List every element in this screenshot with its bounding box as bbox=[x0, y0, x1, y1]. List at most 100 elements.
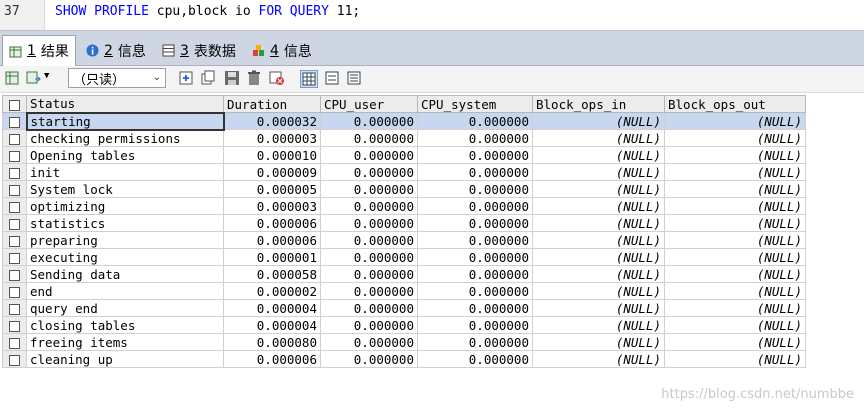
cell-block-ops-in[interactable]: (NULL) bbox=[532, 129, 665, 147]
row-checkbox[interactable] bbox=[2, 163, 27, 181]
cell-cpu-system[interactable]: 0.000000 bbox=[417, 180, 533, 198]
cell-status[interactable]: executing bbox=[26, 248, 224, 266]
cell-status[interactable]: closing tables bbox=[26, 316, 224, 334]
table-row[interactable]: optimizing 0.000003 0.000000 0.000000 (NULL)… bbox=[2, 197, 806, 215]
cell-block-ops-out[interactable]: (NULL) bbox=[664, 146, 806, 164]
cancel-changes-icon[interactable] bbox=[269, 70, 285, 86]
cell-cpu-system[interactable]: 0.000000 bbox=[417, 146, 533, 164]
cell-block-ops-out[interactable]: (NULL) bbox=[664, 248, 806, 266]
row-checkbox[interactable] bbox=[2, 299, 27, 317]
cell-cpu-user[interactable]: 0.000000 bbox=[320, 265, 418, 283]
cell-cpu-user[interactable]: 0.000000 bbox=[320, 214, 418, 232]
sql-code-line[interactable]: SHOW PROFILE cpu,block io FOR QUERY 11; bbox=[55, 4, 360, 19]
readonly-mode-select[interactable]: （只读） ⌄ bbox=[68, 68, 166, 88]
cell-block-ops-out[interactable]: (NULL) bbox=[664, 163, 806, 181]
cell-block-ops-in[interactable]: (NULL) bbox=[532, 282, 665, 300]
cell-cpu-system[interactable]: 0.000000 bbox=[417, 248, 533, 266]
grid-view-icon[interactable] bbox=[300, 70, 318, 88]
cell-duration[interactable]: 0.000006 bbox=[223, 214, 321, 232]
tab-table-data[interactable]: 3 表数据 bbox=[156, 37, 242, 64]
form-view-icon[interactable] bbox=[324, 70, 340, 86]
cell-status[interactable]: statistics bbox=[26, 214, 224, 232]
cell-duration[interactable]: 0.000032 bbox=[223, 112, 321, 130]
column-header-block-ops-out[interactable]: Block_ops_out bbox=[664, 95, 806, 113]
cell-cpu-user[interactable]: 0.000000 bbox=[320, 231, 418, 249]
cell-block-ops-in[interactable]: (NULL) bbox=[532, 248, 665, 266]
cell-duration[interactable]: 0.000005 bbox=[223, 180, 321, 198]
row-checkbox[interactable] bbox=[2, 129, 27, 147]
table-row[interactable]: freeing items 0.000080 0.000000 0.000000 (NU… bbox=[2, 333, 806, 351]
table-row[interactable]: query end 0.000004 0.000000 0.000000 (NULL)(… bbox=[2, 299, 806, 317]
table-row[interactable]: end 0.000002 0.000000 0.000000 (NULL) (NULL) bbox=[2, 282, 806, 300]
row-checkbox[interactable] bbox=[2, 350, 27, 368]
cell-status[interactable]: init bbox=[26, 163, 224, 181]
table-row[interactable]: cleaning up 0.000006 0.000000 0.000000 (NULL… bbox=[2, 350, 806, 368]
cell-duration[interactable]: 0.000001 bbox=[223, 248, 321, 266]
table-row[interactable]: closing tables 0.000004 0.000000 0.000000 (N… bbox=[2, 316, 806, 334]
cell-status[interactable]: Opening tables bbox=[26, 146, 224, 164]
cell-block-ops-out[interactable]: (NULL) bbox=[664, 350, 806, 368]
table-row[interactable]: init 0.000009 0.000000 0.000000 (NULL) (NULL) bbox=[2, 163, 806, 181]
cell-cpu-user[interactable]: 0.000000 bbox=[320, 129, 418, 147]
cell-cpu-system[interactable]: 0.000000 bbox=[417, 265, 533, 283]
cell-cpu-user[interactable]: 0.000000 bbox=[320, 350, 418, 368]
table-row[interactable]: executing 0.000001 0.000000 0.000000 (NULL)(… bbox=[2, 248, 806, 266]
row-checkbox[interactable] bbox=[2, 316, 27, 334]
row-checkbox[interactable] bbox=[2, 197, 27, 215]
cell-duration[interactable]: 0.000004 bbox=[223, 299, 321, 317]
cell-block-ops-in[interactable]: (NULL) bbox=[532, 299, 665, 317]
cell-block-ops-out[interactable]: (NULL) bbox=[664, 180, 806, 198]
column-header-cpu-user[interactable]: CPU_user bbox=[320, 95, 418, 113]
row-checkbox[interactable] bbox=[2, 180, 27, 198]
cell-block-ops-out[interactable]: (NULL) bbox=[664, 231, 806, 249]
table-row[interactable]: checking permissions 0.000003 0.000000 0.00… bbox=[2, 129, 806, 147]
cell-block-ops-out[interactable]: (NULL) bbox=[664, 282, 806, 300]
cell-status[interactable]: System lock bbox=[26, 180, 224, 198]
cell-block-ops-out[interactable]: (NULL) bbox=[664, 214, 806, 232]
cell-block-ops-in[interactable]: (NULL) bbox=[532, 333, 665, 351]
cell-block-ops-in[interactable]: (NULL) bbox=[532, 180, 665, 198]
export-dropdown-icon[interactable] bbox=[26, 70, 42, 86]
cell-cpu-user[interactable]: 0.000000 bbox=[320, 180, 418, 198]
column-header-block-ops-in[interactable]: Block_ops_in bbox=[532, 95, 665, 113]
cell-cpu-user[interactable]: 0.000000 bbox=[320, 163, 418, 181]
cell-cpu-user[interactable]: 0.000000 bbox=[320, 146, 418, 164]
tab-info-4[interactable]: 4 信息 bbox=[246, 37, 318, 64]
cell-cpu-system[interactable]: 0.000000 bbox=[417, 129, 533, 147]
cell-cpu-system[interactable]: 0.000000 bbox=[417, 214, 533, 232]
row-checkbox[interactable] bbox=[2, 146, 27, 164]
cell-cpu-system[interactable]: 0.000000 bbox=[417, 316, 533, 334]
cell-block-ops-out[interactable]: (NULL) bbox=[664, 112, 806, 130]
column-header-cpu-system[interactable]: CPU_system bbox=[417, 95, 533, 113]
cell-block-ops-in[interactable]: (NULL) bbox=[532, 350, 665, 368]
cell-cpu-user[interactable]: 0.000000 bbox=[320, 333, 418, 351]
table-row[interactable]: Opening tables 0.000010 0.000000 0.000000 (N… bbox=[2, 146, 806, 164]
column-header-status[interactable]: Status bbox=[26, 95, 224, 113]
cell-block-ops-out[interactable]: (NULL) bbox=[664, 129, 806, 147]
row-checkbox[interactable] bbox=[2, 231, 27, 249]
tab-info[interactable]: 2 信息 bbox=[80, 37, 152, 64]
cell-block-ops-in[interactable]: (NULL) bbox=[532, 197, 665, 215]
export-grid-icon[interactable] bbox=[5, 70, 21, 86]
cell-cpu-system[interactable]: 0.000000 bbox=[417, 163, 533, 181]
cell-duration[interactable]: 0.000003 bbox=[223, 129, 321, 147]
cell-status[interactable]: query end bbox=[26, 299, 224, 317]
cell-cpu-system[interactable]: 0.000000 bbox=[417, 299, 533, 317]
cell-duration[interactable]: 0.000080 bbox=[223, 333, 321, 351]
row-checkbox[interactable] bbox=[2, 112, 27, 130]
cell-cpu-user[interactable]: 0.000000 bbox=[320, 299, 418, 317]
cell-duration[interactable]: 0.000003 bbox=[223, 197, 321, 215]
cell-duration[interactable]: 0.000058 bbox=[223, 265, 321, 283]
cell-status[interactable]: checking permissions bbox=[26, 129, 224, 147]
row-checkbox[interactable] bbox=[2, 333, 27, 351]
chevron-down-icon[interactable]: ▼ bbox=[44, 71, 49, 81]
cell-block-ops-in[interactable]: (NULL) bbox=[532, 265, 665, 283]
cell-status[interactable]: cleaning up bbox=[26, 350, 224, 368]
select-all-checkbox[interactable] bbox=[2, 95, 27, 113]
cell-duration[interactable]: 0.000009 bbox=[223, 163, 321, 181]
cell-status[interactable]: starting bbox=[25, 111, 225, 131]
sql-editor[interactable]: 37 SHOW PROFILE cpu,block io FOR QUERY 1… bbox=[0, 0, 864, 30]
cell-duration[interactable]: 0.000006 bbox=[223, 231, 321, 249]
insert-row-icon[interactable] bbox=[178, 70, 194, 86]
table-row[interactable]: Sending data 0.000058 0.000000 0.000000 (NUL… bbox=[2, 265, 806, 283]
